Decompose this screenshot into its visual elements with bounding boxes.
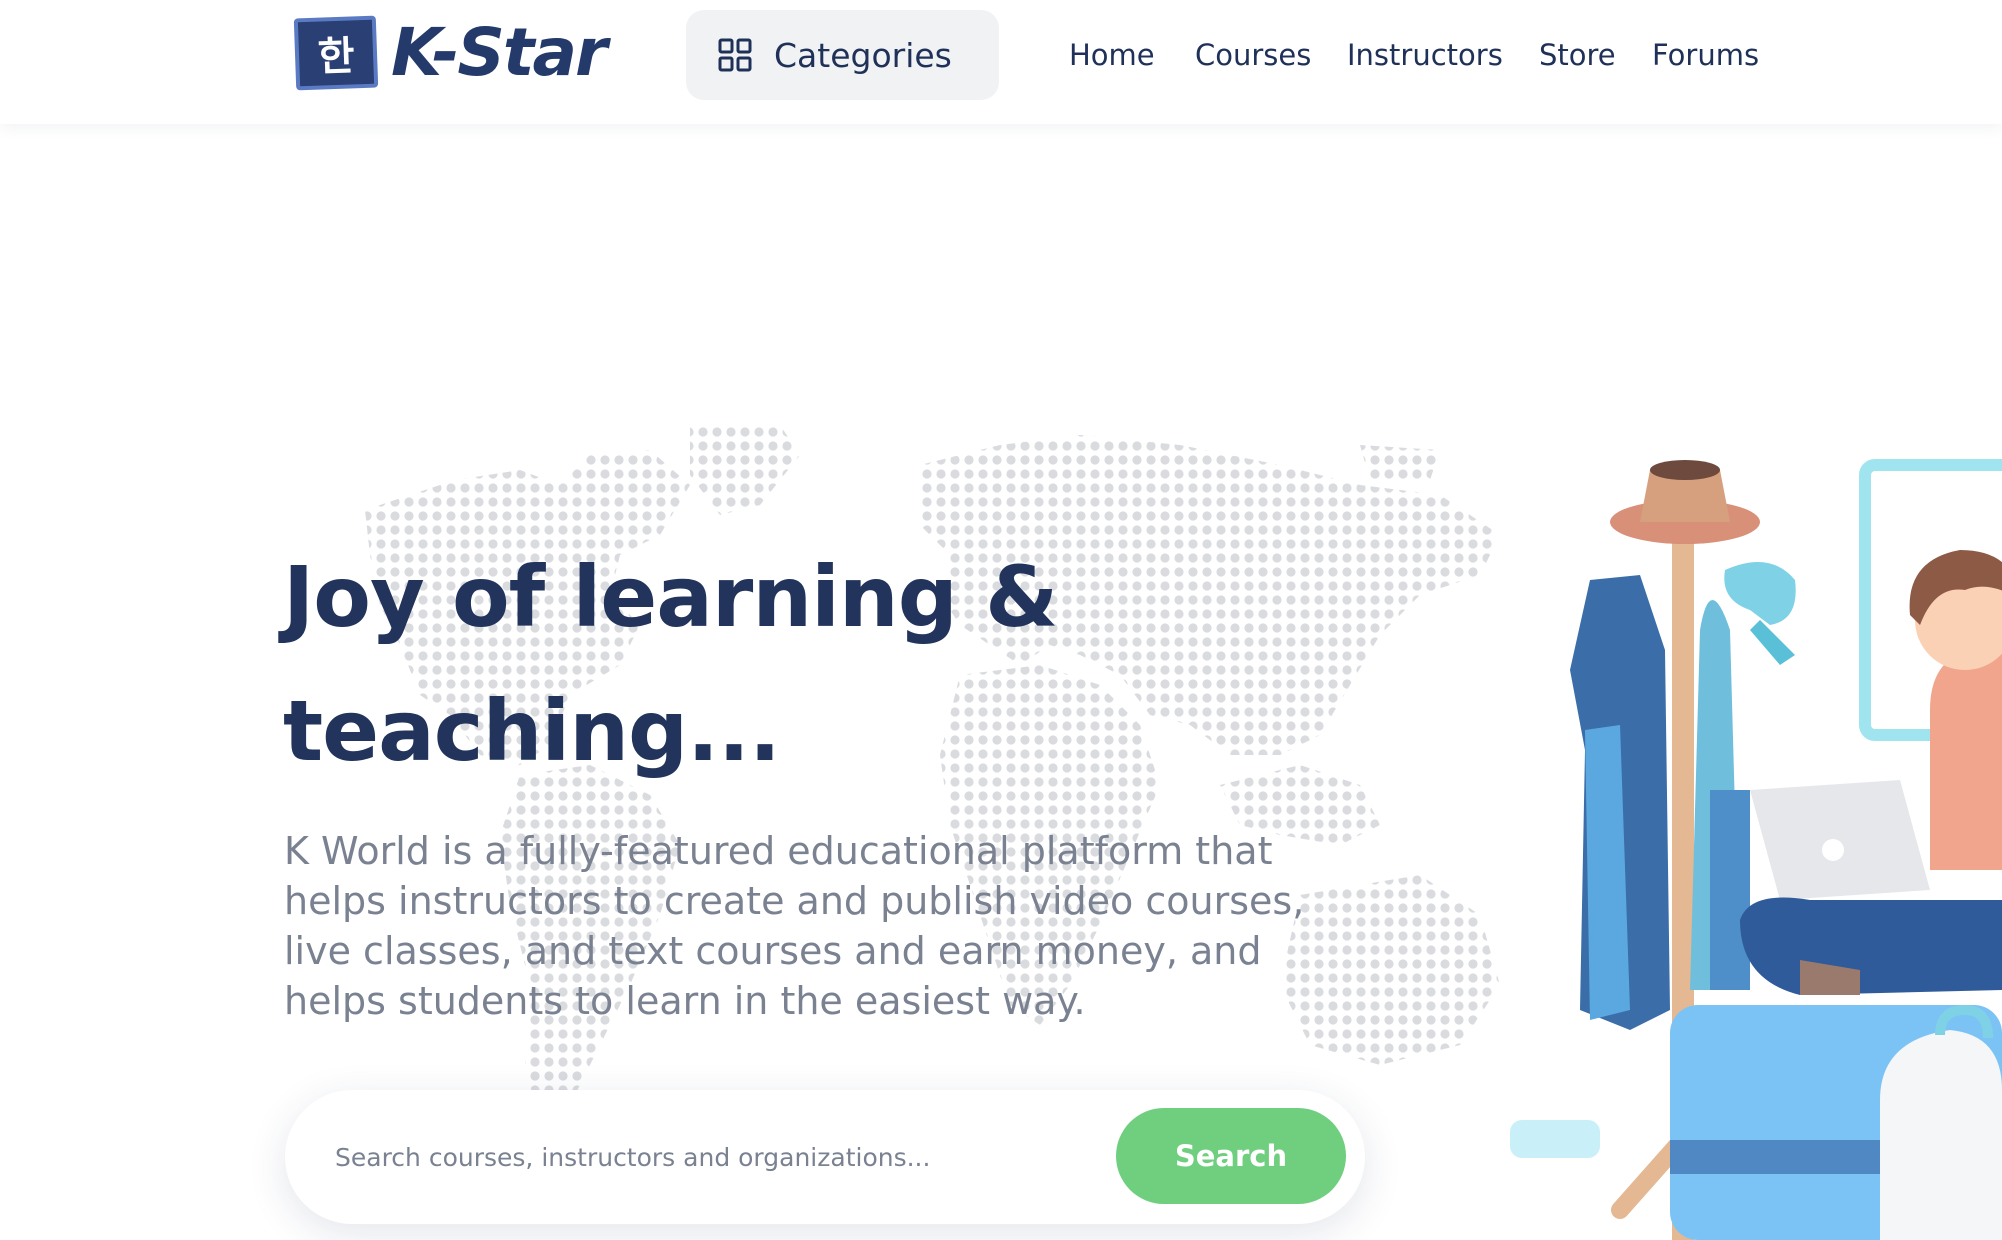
nav-instructors[interactable]: Instructors — [1347, 38, 1503, 72]
search-input[interactable] — [335, 1128, 1075, 1186]
student-illustration — [1510, 459, 2002, 1240]
site-header: 한 K-Star Categories Home Courses Instruc… — [0, 0, 2002, 124]
grid-icon — [718, 38, 752, 72]
nav-forums[interactable]: Forums — [1652, 38, 1759, 72]
categories-button[interactable]: Categories — [686, 10, 999, 100]
hero-title-line1: Joy of learning & — [283, 548, 1058, 646]
nav-store[interactable]: Store — [1539, 38, 1616, 72]
nav-home[interactable]: Home — [1069, 38, 1155, 72]
nav-courses[interactable]: Courses — [1195, 38, 1311, 72]
landing-page: 한 K-Star Categories Home Courses Instruc… — [0, 0, 2002, 1240]
search-button[interactable]: Search — [1116, 1108, 1346, 1204]
hero-description: K World is a fully-featured educational … — [284, 829, 1305, 1023]
site-logo[interactable]: 한 K-Star — [293, 14, 608, 91]
logo-badge: 한 — [293, 15, 379, 91]
categories-label: Categories — [774, 35, 952, 75]
logo-badge-glyph: 한 — [316, 32, 356, 81]
logo-text: K-Star — [391, 14, 608, 91]
search-bar: Search — [285, 1090, 1365, 1224]
hero-title-line2: teaching... — [283, 682, 781, 780]
hero-title: Joy of learning & teaching... — [283, 530, 1183, 798]
